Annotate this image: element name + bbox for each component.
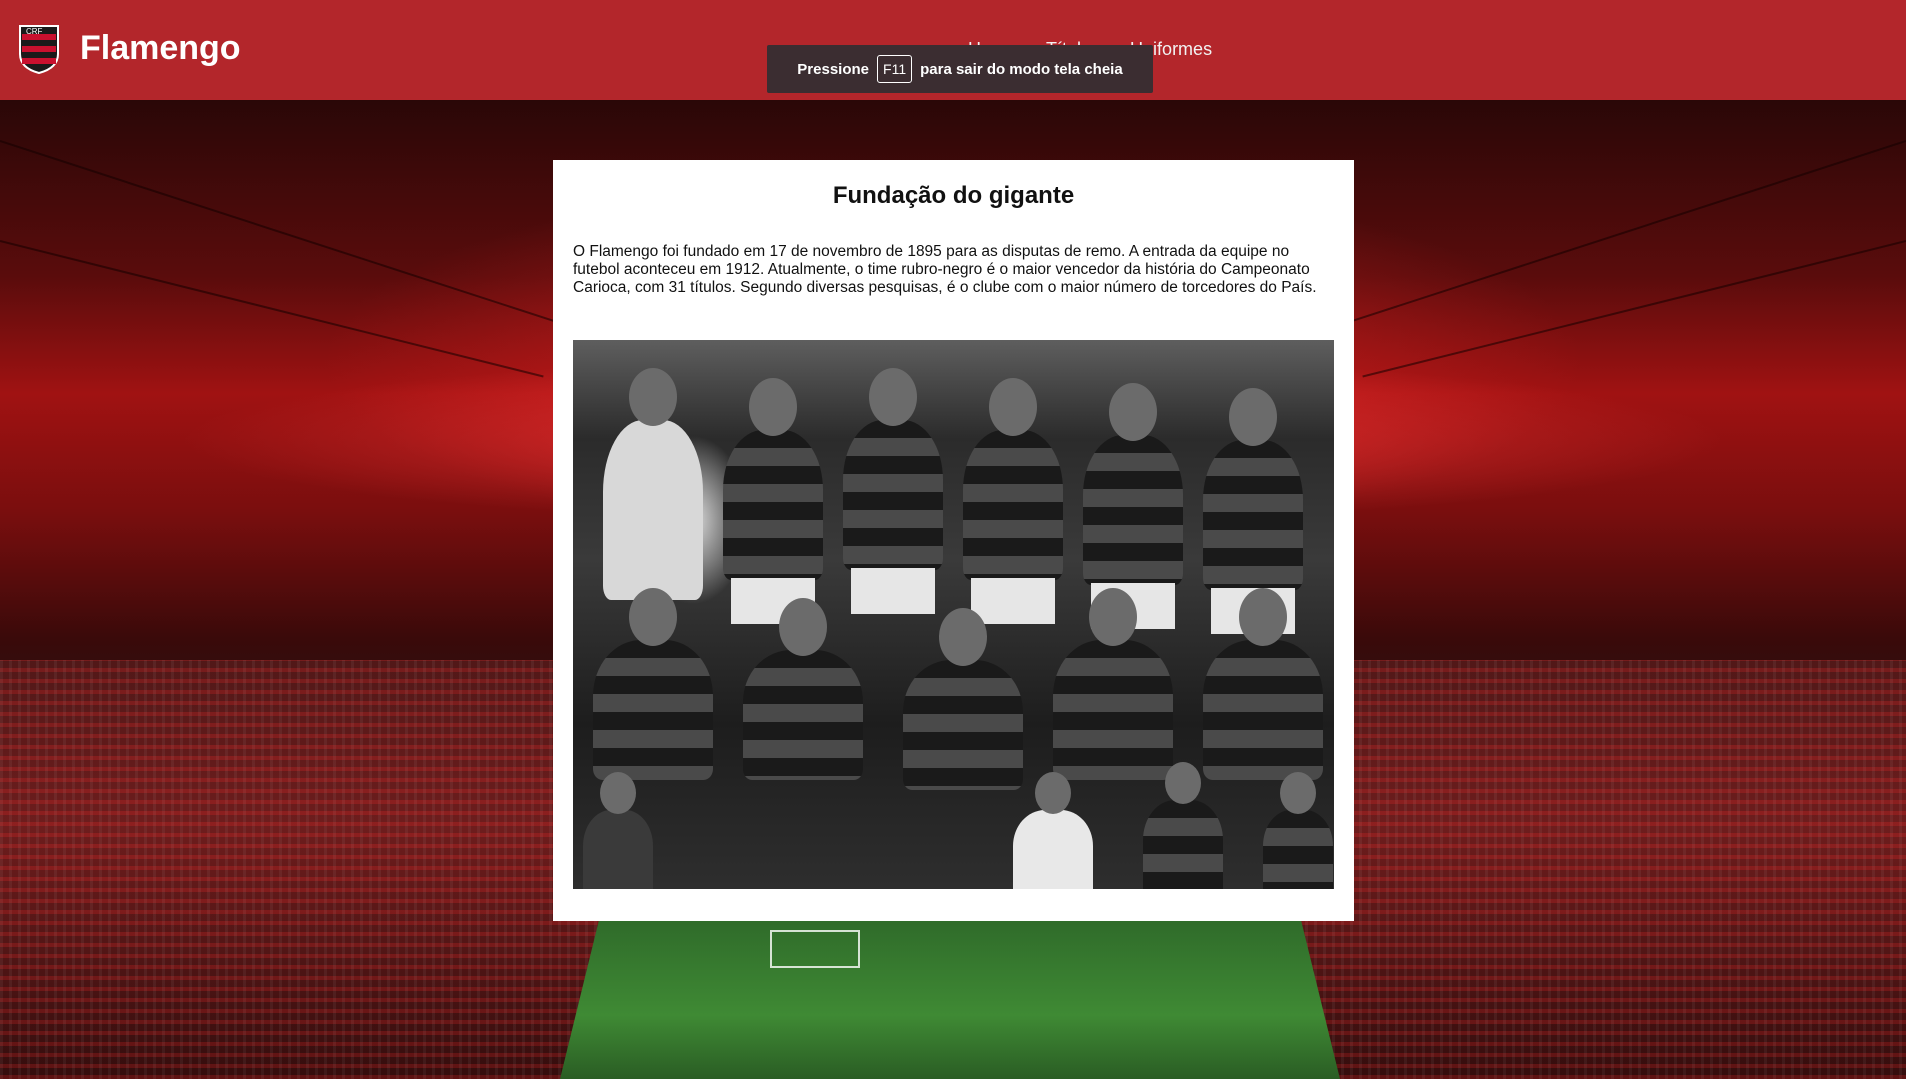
flamengo-crest-icon: CRF (19, 25, 59, 74)
photo-figure (603, 368, 703, 600)
fullscreen-notice: Pressione F11 para sair do modo tela che… (767, 45, 1153, 93)
content-card: Fundação do gigante O Flamengo foi funda… (553, 160, 1354, 921)
team-photo (573, 340, 1334, 889)
photo-figure (1263, 772, 1333, 889)
photo-figure (1083, 383, 1183, 629)
photo-figure (1143, 762, 1223, 889)
photo-figure (1053, 588, 1173, 780)
roof-rib (1316, 140, 1906, 334)
photo-figure (723, 378, 823, 624)
photo-figure (583, 772, 653, 889)
photo-figure (963, 378, 1063, 624)
photo-figure (1013, 772, 1093, 889)
photo-figure (843, 368, 943, 614)
photo-figure (593, 588, 713, 780)
card-title: Fundação do gigante (832, 182, 1075, 209)
card-text: O Flamengo foi fundado em 17 de novembro… (573, 243, 1317, 296)
field-goal-area (770, 930, 860, 968)
photo-figure (903, 608, 1023, 790)
fullscreen-notice-prefix: Pressione (797, 60, 870, 78)
f11-key: F11 (877, 55, 913, 83)
football-field (560, 920, 1340, 1079)
photo-figure (743, 598, 863, 780)
brand-title: Flamengo (80, 29, 241, 67)
photo-figure (1203, 588, 1323, 780)
photo-figure (1203, 388, 1303, 634)
svg-text:CRF: CRF (26, 27, 43, 36)
fullscreen-notice-suffix: para sair do modo tela cheia (920, 60, 1123, 78)
roof-rib (0, 140, 590, 334)
